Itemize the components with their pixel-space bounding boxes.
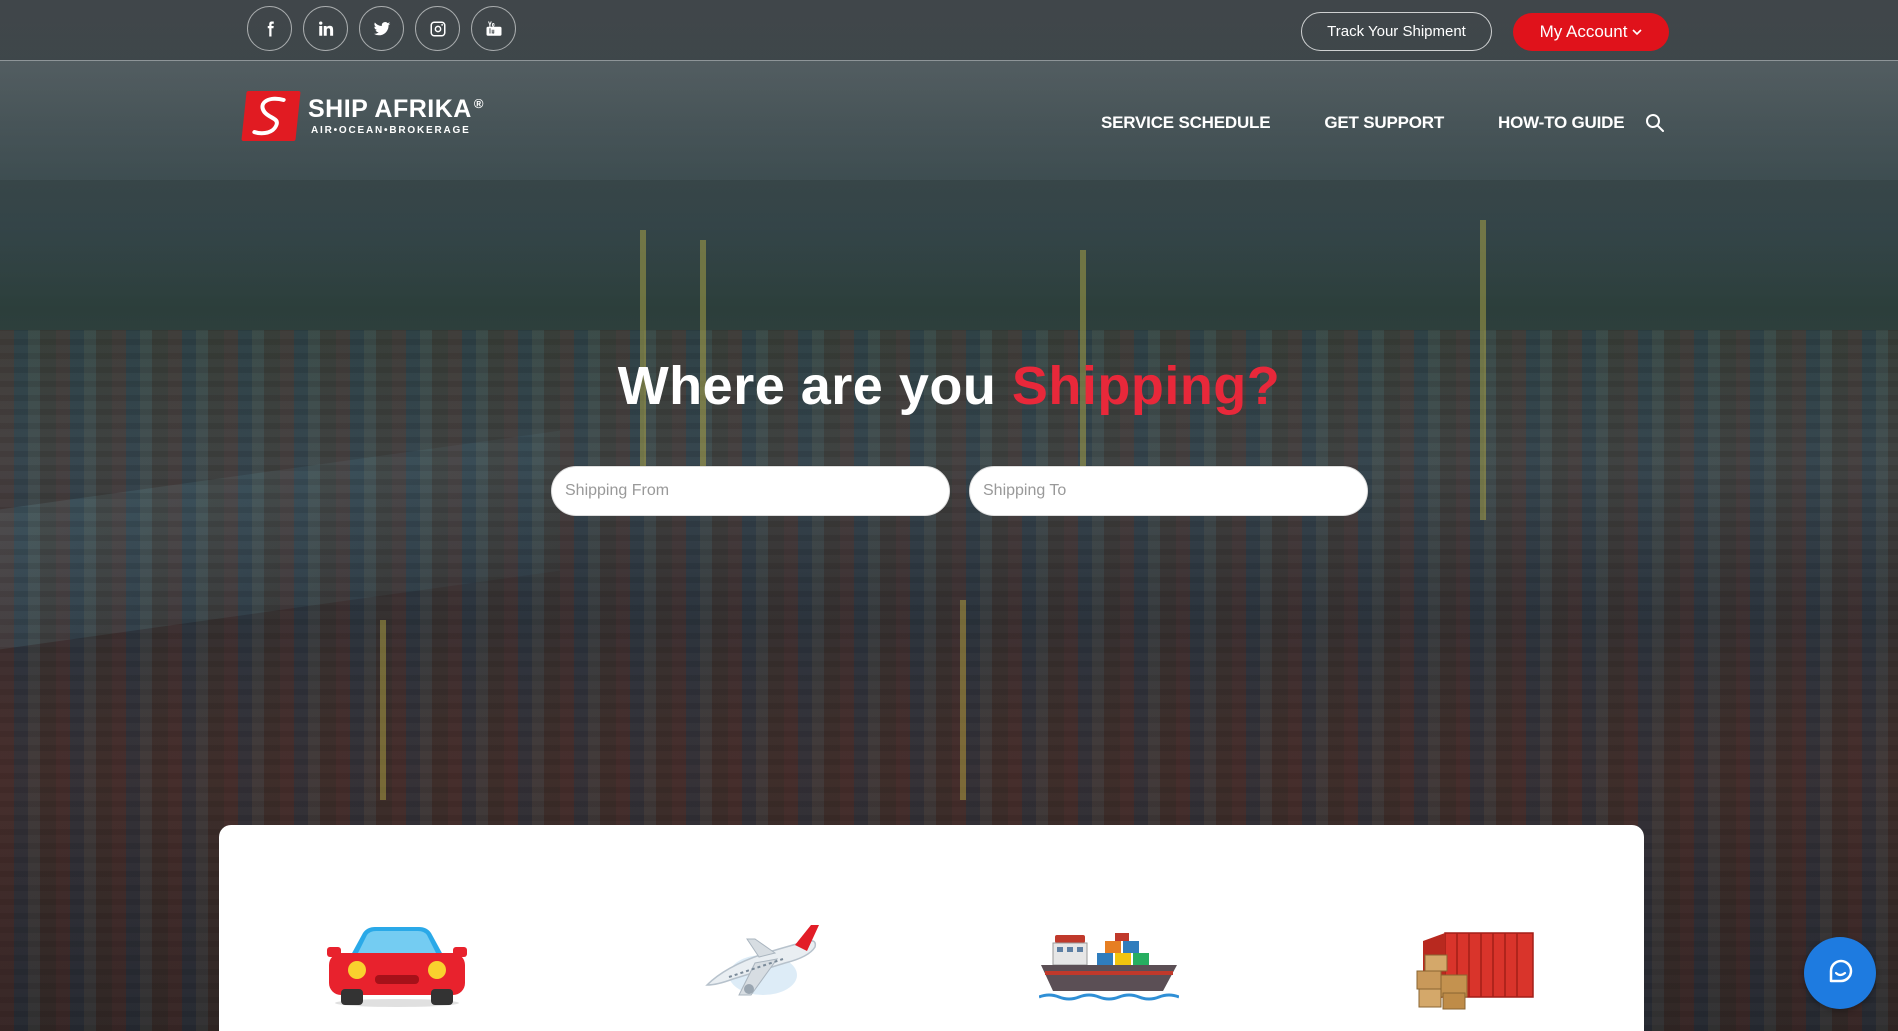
- crane: [960, 600, 966, 800]
- hero-title-accent: Shipping?: [1011, 356, 1281, 416]
- logo-name: SHIP AFRIKA: [308, 94, 472, 123]
- shipping-to-input[interactable]: [983, 482, 1367, 500]
- ship-afrika-logo[interactable]: SHIP AFRIKA ® AIR•OCEAN•BROKERAGE: [241, 91, 484, 141]
- logo-s-mark-icon: [241, 91, 301, 141]
- nav-service-schedule[interactable]: SERVICE SCHEDULE: [1101, 113, 1271, 133]
- youtube-icon[interactable]: [471, 6, 516, 51]
- shipping-from-field[interactable]: [551, 466, 950, 516]
- search-icon[interactable]: [1645, 113, 1665, 133]
- top-bar: Track Your Shipment My Account: [0, 0, 1898, 61]
- shipping-container-icon[interactable]: [1415, 931, 1535, 1011]
- linkedin-icon[interactable]: [303, 6, 348, 51]
- hero-title: Where are you Shipping?: [0, 355, 1898, 417]
- instagram-icon[interactable]: [415, 6, 460, 51]
- facebook-icon[interactable]: [247, 6, 292, 51]
- nav-how-to-guide[interactable]: HOW-TO GUIDE: [1498, 113, 1625, 133]
- my-account-button[interactable]: My Account: [1513, 13, 1669, 51]
- track-shipment-button[interactable]: Track Your Shipment: [1301, 12, 1492, 51]
- nav-get-support[interactable]: GET SUPPORT: [1324, 113, 1444, 133]
- chat-support-button[interactable]: [1804, 937, 1876, 1009]
- chat-icon: [1823, 954, 1857, 993]
- airplane-icon[interactable]: [699, 923, 823, 1007]
- logo-registered-mark: ®: [473, 95, 484, 111]
- main-nav: SERVICE SCHEDULE GET SUPPORT HOW-TO GUID…: [1101, 113, 1625, 133]
- chevron-down-icon: [1632, 28, 1643, 39]
- shipping-from-input[interactable]: [565, 482, 949, 500]
- shipping-to-field[interactable]: [969, 466, 1368, 516]
- twitter-icon[interactable]: [359, 6, 404, 51]
- my-account-label: My Account: [1539, 22, 1628, 41]
- crane: [380, 620, 386, 800]
- cargo-ship-icon[interactable]: [1039, 933, 1179, 1005]
- track-shipment-label: Track Your Shipment: [1327, 23, 1466, 40]
- car-icon[interactable]: [327, 925, 467, 1009]
- hero-title-main: Where are you: [617, 356, 1012, 416]
- social-links: [247, 6, 516, 51]
- logo-tagline: AIR•OCEAN•BROKERAGE: [311, 124, 471, 136]
- services-card: [219, 825, 1644, 1031]
